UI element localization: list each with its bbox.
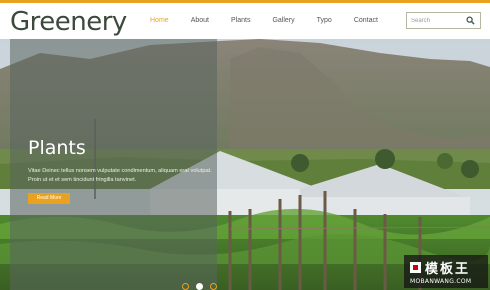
read-more-button[interactable]: Read More — [28, 193, 70, 204]
slide-description: Vitae Deinec tellus nonsem vulputate con… — [28, 168, 212, 183]
nav-typo[interactable]: Typo — [317, 16, 332, 26]
nav-plants[interactable]: Plants — [231, 16, 250, 26]
search-box — [406, 12, 481, 29]
caption-overlay — [10, 39, 217, 290]
slide-title: Plants — [28, 137, 86, 159]
nav-gallery[interactable]: Gallery — [272, 16, 294, 26]
watermark-logo-icon — [410, 262, 421, 273]
site-logo[interactable]: Greenery — [10, 5, 127, 39]
main-nav: Home About Plants Gallery Typo Contact — [150, 16, 400, 26]
nav-about[interactable]: About — [191, 16, 209, 26]
slider-dot-2[interactable] — [196, 283, 203, 290]
site-header: Greenery Home About Plants Gallery Typo … — [0, 3, 490, 39]
slider-dot-1[interactable] — [182, 283, 189, 290]
search-input[interactable] — [411, 15, 467, 26]
nav-home[interactable]: Home — [150, 16, 169, 26]
nav-contact[interactable]: Contact — [354, 16, 378, 26]
watermark-url: MOBANWANG.COM — [410, 278, 472, 285]
watermark: 模板王 MOBANWANG.COM — [404, 255, 488, 288]
watermark-brand: 模板王 — [425, 262, 471, 277]
slider-dot-3[interactable] — [210, 283, 217, 290]
slider-dots — [182, 283, 217, 290]
search-icon[interactable] — [466, 16, 475, 25]
